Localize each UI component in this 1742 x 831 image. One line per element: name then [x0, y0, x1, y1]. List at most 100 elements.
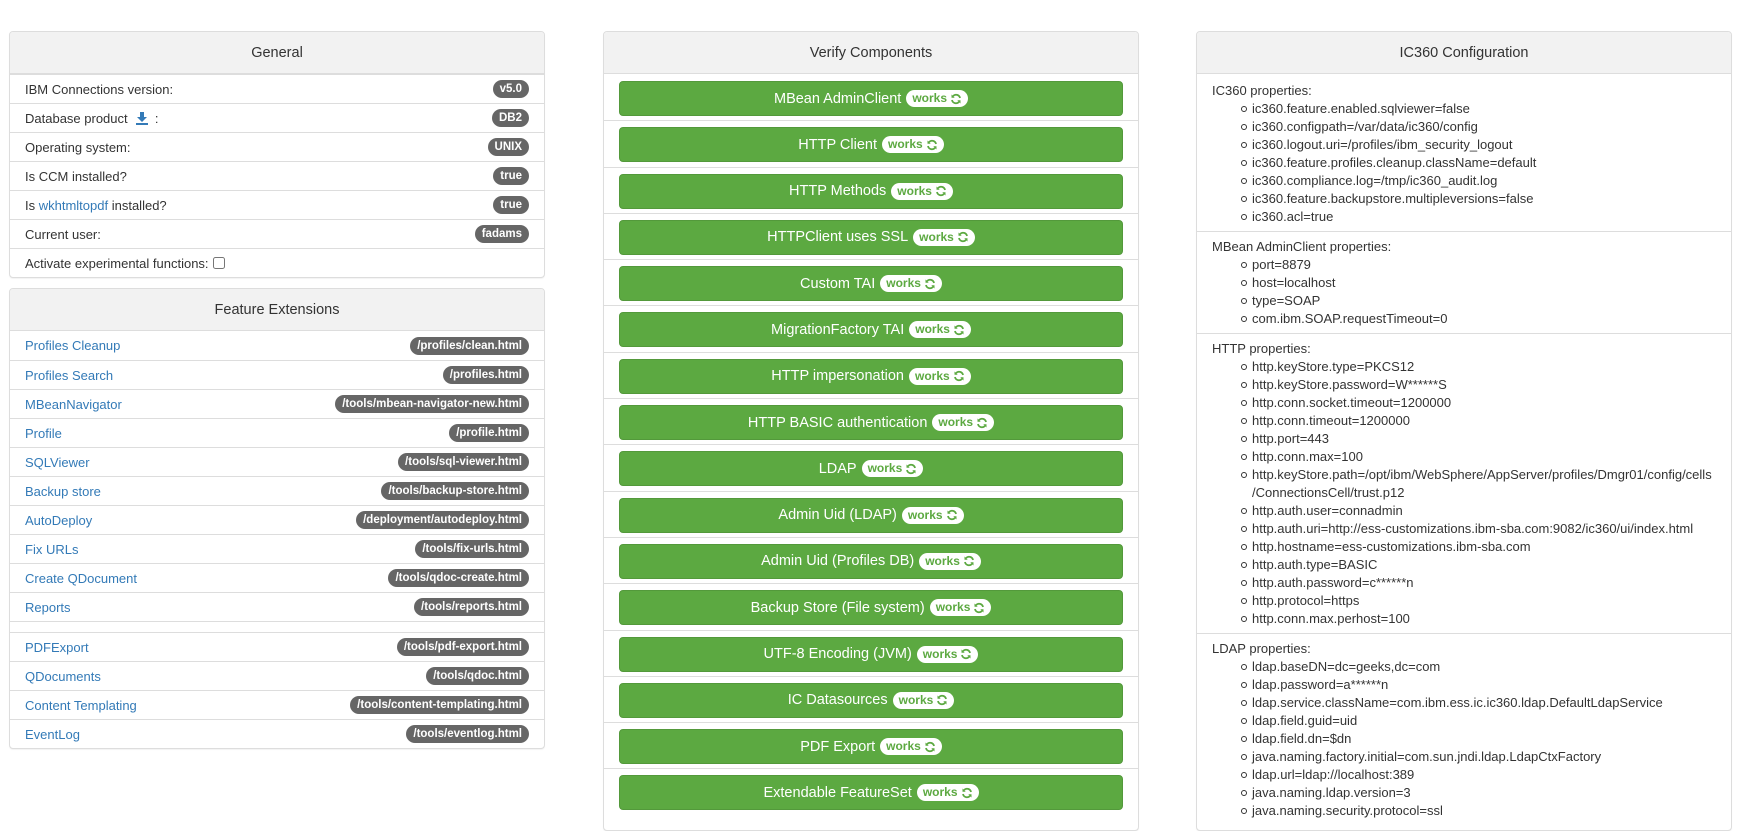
feature-extensions-title: Feature Extensions	[10, 289, 544, 331]
feature-link[interactable]: Fix URLs	[25, 542, 78, 557]
verify-row: Custom TAI works	[604, 259, 1138, 305]
download-icon[interactable]	[135, 111, 149, 125]
component-label: MBean AdminClient	[773, 90, 902, 107]
config-group: IC360 properties: ic360.feature.enabled.s…	[1197, 74, 1731, 231]
config-group: HTTP properties: http.keyStore.type=PKCS1…	[1197, 333, 1731, 633]
general-row-os: Operating system: UNIX	[10, 132, 544, 161]
refresh-icon[interactable]	[947, 93, 962, 105]
status-badge: works	[929, 599, 992, 617]
verify-row: HTTP Client works	[604, 120, 1138, 166]
verify-component-button[interactable]: MigrationFactory TAI works	[619, 312, 1123, 348]
feature-list-spacer	[10, 621, 544, 632]
experimental-label: Activate experimental functions:	[25, 255, 209, 271]
feature-path-badge: /profiles/clean.html	[410, 336, 529, 355]
config-group-title: MBean AdminClient properties:	[1212, 239, 1392, 254]
feature-path-badge: /tools/qdoc.html	[426, 667, 529, 685]
verify-component-button[interactable]: HTTP Methods works	[619, 173, 1123, 209]
status-badge: works	[919, 552, 981, 570]
status-text: works	[919, 229, 954, 244]
feature-link[interactable]: Content Templating	[25, 698, 137, 713]
feature-item: PDFExport/tools/pdf-export.html	[10, 632, 544, 661]
feature-item: QDocuments/tools/qdoc.html	[10, 661, 544, 690]
status-text: works	[915, 322, 950, 337]
refresh-icon[interactable]	[950, 370, 965, 382]
verify-component-button[interactable]: HTTP Client works	[619, 127, 1123, 163]
status-text: works	[915, 368, 950, 383]
verify-row: HTTP Methods works	[604, 166, 1138, 213]
verify-component-button[interactable]: PDF Export works	[619, 729, 1123, 765]
config-property: ldap.password=a******n	[1241, 676, 1716, 694]
refresh-icon[interactable]	[960, 555, 975, 567]
verify-component-button[interactable]: UTF-8 Encoding (JVM) works	[619, 636, 1123, 672]
database-label-suffix: :	[154, 110, 159, 126]
config-property: ic360.acl=true	[1241, 208, 1716, 226]
refresh-icon[interactable]	[958, 787, 973, 799]
verify-row: Admin Uid (LDAP) works	[604, 490, 1138, 537]
feature-link[interactable]: SQLViewer	[25, 455, 90, 470]
feature-link[interactable]: Create QDocument	[25, 571, 137, 586]
verify-component-button[interactable]: Extendable FeatureSet works	[619, 775, 1123, 811]
config-property: port=8879	[1241, 256, 1716, 274]
refresh-icon[interactable]	[950, 324, 965, 336]
config-property: http.keyStore.type=PKCS12	[1241, 358, 1716, 376]
wkhtmltopdf-link[interactable]: wkhtmltopdf	[39, 198, 108, 213]
refresh-icon[interactable]	[957, 648, 972, 660]
component-label: Backup Store (File system)	[750, 599, 925, 616]
feature-link[interactable]: MBeanNavigator	[25, 397, 122, 412]
verify-component-button[interactable]: Backup Store (File system) works	[619, 590, 1123, 626]
status-badge: works	[892, 691, 955, 709]
refresh-icon[interactable]	[923, 139, 938, 151]
feature-path-badge: /profile.html	[449, 424, 529, 442]
status-badge: works	[909, 367, 971, 385]
verify-row: MBean AdminClient works	[604, 74, 1138, 120]
verify-component-button[interactable]: HTTP BASIC authentication works	[619, 405, 1123, 441]
verify-row: HTTPClient uses SSL works	[604, 212, 1138, 259]
config-property: http.conn.max=100	[1241, 448, 1716, 466]
feature-link[interactable]: EventLog	[25, 727, 80, 742]
os-label: Operating system:	[25, 139, 131, 155]
feature-link[interactable]: Backup store	[25, 484, 101, 499]
refresh-icon[interactable]	[954, 231, 969, 243]
component-label: Custom TAI	[800, 275, 876, 292]
verify-component-button[interactable]: HTTP impersonation works	[619, 358, 1123, 394]
feature-link[interactable]: Reports	[25, 600, 71, 615]
config-property: ic360.compliance.log=/tmp/ic360_audit.lo…	[1241, 172, 1716, 190]
status-badge: works	[880, 738, 942, 756]
component-label: LDAP	[818, 460, 857, 477]
status-text: works	[922, 646, 958, 661]
verify-component-button[interactable]: LDAP works	[619, 451, 1123, 487]
feature-link[interactable]: Profile	[25, 426, 62, 441]
experimental-checkbox[interactable]	[212, 257, 225, 269]
refresh-icon[interactable]	[933, 694, 948, 706]
status-text: works	[867, 461, 903, 476]
refresh-icon[interactable]	[921, 278, 936, 290]
config-property: java.naming.factory.initial=com.sun.jndi…	[1241, 748, 1716, 766]
status-text: works	[897, 183, 932, 198]
refresh-icon[interactable]	[973, 417, 988, 429]
feature-link[interactable]: QDocuments	[25, 669, 101, 684]
refresh-icon[interactable]	[932, 185, 947, 197]
verify-component-button[interactable]: IC Datasources works	[619, 682, 1123, 718]
verify-component-button[interactable]: Admin Uid (LDAP) works	[619, 497, 1123, 533]
feature-path-badge: /tools/qdoc-create.html	[388, 569, 529, 587]
feature-link[interactable]: PDFExport	[25, 640, 89, 655]
verify-component-button[interactable]: Custom TAI works	[619, 266, 1123, 302]
verify-component-button[interactable]: MBean AdminClient works	[619, 81, 1123, 116]
verify-row: HTTP BASIC authentication works	[604, 398, 1138, 444]
refresh-icon[interactable]	[921, 741, 936, 753]
verify-row: Backup Store (File system) works	[604, 583, 1138, 629]
config-group-title: HTTP properties:	[1212, 341, 1311, 356]
refresh-icon[interactable]	[970, 602, 985, 614]
feature-link[interactable]: AutoDeploy	[25, 513, 92, 528]
feature-path-badge: /tools/backup-store.html	[381, 482, 529, 500]
feature-link[interactable]: Profiles Search	[25, 368, 113, 383]
refresh-icon[interactable]	[943, 509, 958, 521]
feature-link[interactable]: Profiles Cleanup	[25, 338, 120, 353]
user-badge: fadams	[474, 225, 529, 243]
verify-component-button[interactable]: HTTPClient uses SSL works	[619, 219, 1123, 255]
verify-row: HTTP impersonation works	[604, 351, 1138, 398]
refresh-icon[interactable]	[902, 463, 917, 475]
status-text: works	[886, 739, 921, 754]
feature-item: Profile/profile.html	[10, 418, 544, 447]
verify-component-button[interactable]: Admin Uid (Profiles DB) works	[619, 543, 1123, 579]
